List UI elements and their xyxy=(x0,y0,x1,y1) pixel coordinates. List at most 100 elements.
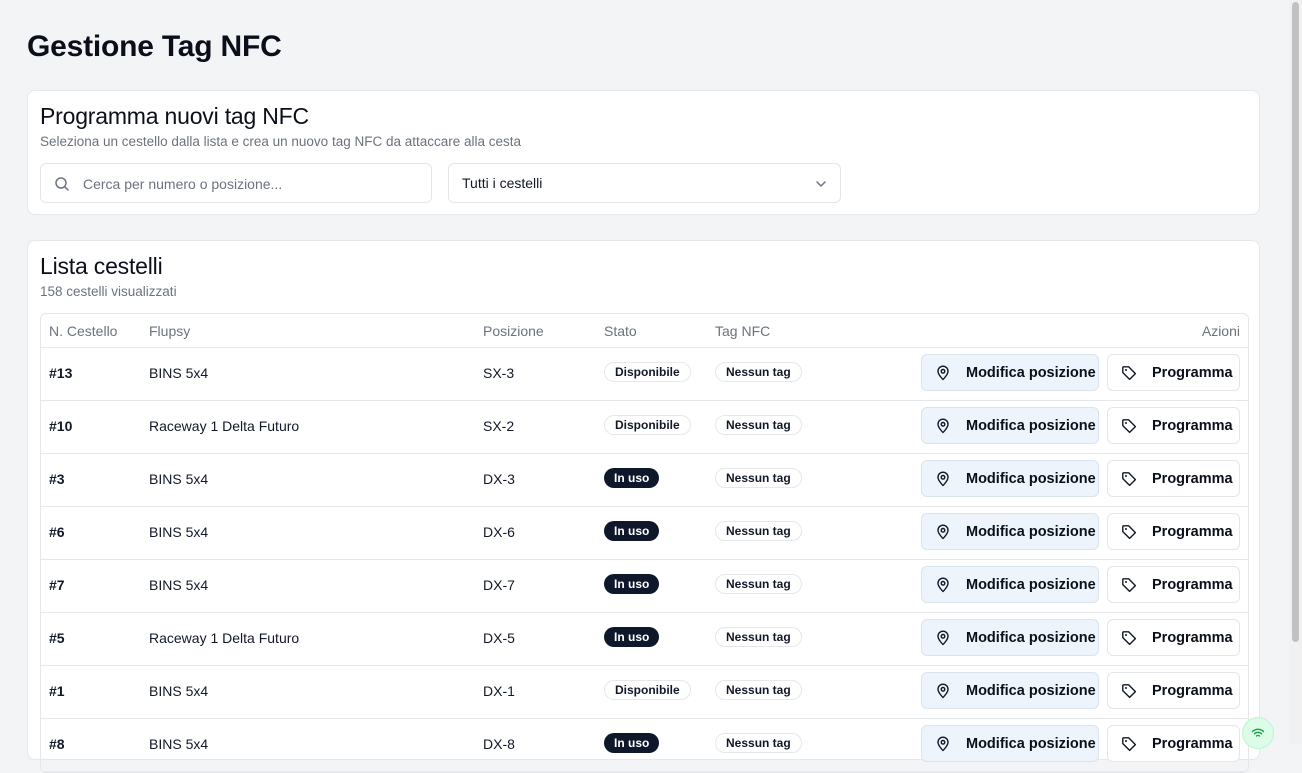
program-tag-label: Programma xyxy=(1152,630,1233,646)
search-box[interactable] xyxy=(40,163,432,203)
cestelli-filter-select[interactable]: Tutti i cestelli xyxy=(448,163,841,203)
modify-position-button[interactable]: Modifica posizione xyxy=(921,513,1099,550)
cell-flupsy: BINS 5x4 xyxy=(149,577,209,593)
cell-flupsy: BINS 5x4 xyxy=(149,524,209,540)
program-tag-button[interactable]: Programma xyxy=(1107,672,1240,709)
map-pin-icon xyxy=(937,365,949,381)
chevron-down-icon xyxy=(816,181,826,187)
modify-position-button[interactable]: Modifica posizione xyxy=(921,619,1099,656)
nfc-tag-badge: Nessun tag xyxy=(715,521,802,541)
program-tag-label: Programma xyxy=(1152,577,1233,593)
map-pin-icon xyxy=(937,577,949,593)
modify-position-label: Modifica posizione xyxy=(966,736,1096,752)
list-card: Lista cestelli 158 cestelli visualizzati… xyxy=(27,240,1260,773)
cell-posizione: DX-7 xyxy=(483,577,515,593)
table-row: #3 BINS 5x4 DX-3 In uso Nessun tag Modifica p… xyxy=(41,453,1248,507)
cell-numero: #1 xyxy=(49,683,65,699)
modify-position-button[interactable]: Modifica posizione xyxy=(921,407,1099,444)
tag-icon xyxy=(1122,578,1137,593)
table-row: #6 BINS 5x4 DX-6 In uso Nessun tag Modifica p… xyxy=(41,506,1248,560)
nfc-tag-badge: Nessun tag xyxy=(715,415,802,435)
tag-icon xyxy=(1122,684,1137,699)
modify-position-label: Modifica posizione xyxy=(966,365,1096,381)
col-header-flupsy[interactable]: Flupsy xyxy=(149,323,190,339)
modify-position-label: Modifica posizione xyxy=(966,418,1096,434)
table-row: #1 BINS 5x4 DX-1 Disponibile Nessun tag Modif… xyxy=(41,665,1248,719)
program-tag-label: Programma xyxy=(1152,471,1233,487)
program-tag-label: Programma xyxy=(1152,365,1233,381)
cell-flupsy: BINS 5x4 xyxy=(149,736,209,752)
modify-position-label: Modifica posizione xyxy=(966,683,1096,699)
modify-position-label: Modifica posizione xyxy=(966,471,1096,487)
table-row: #10 Raceway 1 Delta Futuro SX-2 Disponibile… xyxy=(41,400,1248,454)
status-badge: Disponibile xyxy=(604,362,691,382)
list-card-count: 158 cestelli visualizzati xyxy=(40,284,177,299)
cell-numero: #6 xyxy=(49,524,65,540)
col-header-tag-nfc[interactable]: Tag NFC xyxy=(715,323,770,339)
nfc-tag-badge: Nessun tag xyxy=(715,468,802,488)
cell-posizione: DX-8 xyxy=(483,736,515,752)
modify-position-label: Modifica posizione xyxy=(966,577,1096,593)
status-badge: In uso xyxy=(604,627,660,647)
map-pin-icon xyxy=(937,418,949,434)
scrollbar-thumb[interactable] xyxy=(1292,2,1299,642)
cell-flupsy: Raceway 1 Delta Futuro xyxy=(149,418,300,434)
cell-posizione: DX-6 xyxy=(483,524,515,540)
col-header-numero[interactable]: N. Cestello xyxy=(49,323,117,339)
table-header: N. Cestello Flupsy Posizione Stato Tag N… xyxy=(41,314,1248,348)
search-icon xyxy=(55,177,69,191)
status-badge: In uso xyxy=(604,574,660,594)
table-row: #8 BINS 5x4 DX-8 In uso Nessun tag Modifica p… xyxy=(41,718,1248,772)
program-tag-button[interactable]: Programma xyxy=(1107,354,1240,391)
cell-numero: #8 xyxy=(49,736,65,752)
col-header-stato[interactable]: Stato xyxy=(604,323,637,339)
map-pin-icon xyxy=(937,524,949,540)
modify-position-button[interactable]: Modifica posizione xyxy=(921,672,1099,709)
program-tag-label: Programma xyxy=(1152,524,1233,540)
program-tag-button[interactable]: Programma xyxy=(1107,460,1240,497)
nfc-tag-badge: Nessun tag xyxy=(715,362,802,382)
program-tag-button[interactable]: Programma xyxy=(1107,513,1240,550)
tag-icon xyxy=(1122,737,1137,752)
cell-numero: #13 xyxy=(49,365,73,381)
tag-icon xyxy=(1122,472,1137,487)
program-card-title: Programma nuovi tag NFC xyxy=(40,103,309,129)
program-tag-button[interactable]: Programma xyxy=(1107,566,1240,603)
map-pin-icon xyxy=(937,471,949,487)
table-row: #5 Raceway 1 Delta Futuro DX-5 In uso Nessun… xyxy=(41,612,1248,666)
page-scrollbar[interactable] xyxy=(1289,0,1302,744)
cell-posizione: DX-5 xyxy=(483,630,515,646)
tag-icon xyxy=(1122,366,1137,381)
table-row: #7 BINS 5x4 DX-7 In uso Nessun tag Modifica p… xyxy=(41,559,1248,613)
cell-numero: #10 xyxy=(49,418,73,434)
page: Gestione Tag NFC Programma nuovi tag NFC… xyxy=(0,0,1289,773)
cell-posizione: DX-3 xyxy=(483,471,515,487)
nfc-signal-icon xyxy=(1251,728,1265,737)
cestelli-table: N. Cestello Flupsy Posizione Stato Tag N… xyxy=(40,313,1249,773)
list-card-title: Lista cestelli xyxy=(40,253,163,279)
cell-flupsy: Raceway 1 Delta Futuro xyxy=(149,630,300,646)
status-badge: Disponibile xyxy=(604,680,691,700)
status-badge: In uso xyxy=(604,733,660,753)
program-tag-button[interactable]: Programma xyxy=(1107,619,1240,656)
modify-position-button[interactable]: Modifica posizione xyxy=(921,566,1099,603)
cell-numero: #5 xyxy=(49,630,65,646)
program-tag-label: Programma xyxy=(1152,736,1233,752)
tag-icon xyxy=(1122,525,1137,540)
modify-position-button[interactable]: Modifica posizione xyxy=(921,354,1099,391)
modify-position-button[interactable]: Modifica posizione xyxy=(921,460,1099,497)
program-tag-label: Programma xyxy=(1152,418,1233,434)
nfc-tag-badge: Nessun tag xyxy=(715,733,802,753)
col-header-posizione[interactable]: Posizione xyxy=(483,323,544,339)
nfc-tag-badge: Nessun tag xyxy=(715,680,802,700)
tag-icon xyxy=(1122,419,1137,434)
nfc-status-button[interactable] xyxy=(1242,717,1274,749)
program-tag-button[interactable]: Programma xyxy=(1107,407,1240,444)
cell-numero: #3 xyxy=(49,471,65,487)
program-card-subtitle: Seleziona un cestello dalla lista e crea… xyxy=(40,134,522,149)
search-input[interactable] xyxy=(81,173,425,195)
program-tag-label: Programma xyxy=(1152,683,1233,699)
cell-flupsy: BINS 5x4 xyxy=(149,365,209,381)
table-row: #13 BINS 5x4 SX-3 Disponibile Nessun tag Modi… xyxy=(41,347,1248,401)
col-header-azioni: Azioni xyxy=(1201,323,1240,339)
